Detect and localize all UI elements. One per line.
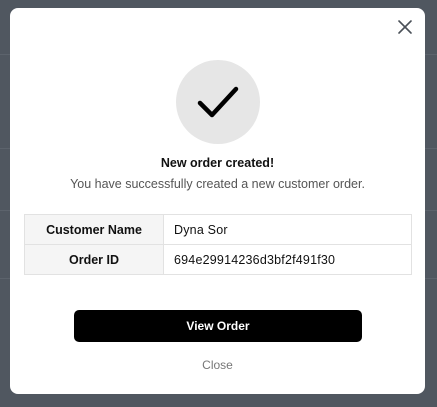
close-link[interactable]: Close	[10, 358, 425, 372]
order-details-table: Customer Name Dyna Sor Order ID 694e2991…	[24, 214, 412, 275]
view-order-button[interactable]: View Order	[74, 310, 362, 342]
dialog-subtitle: You have successfully created a new cust…	[70, 177, 365, 191]
order-created-dialog: New order created! You have successfully…	[10, 8, 425, 394]
customer-name-label: Customer Name	[24, 214, 164, 245]
dialog-title: New order created!	[160, 156, 275, 170]
success-badge	[176, 60, 260, 144]
customer-name-value: Dyna Sor	[163, 214, 412, 245]
checkmark-icon	[197, 86, 239, 118]
close-icon[interactable]	[397, 19, 413, 35]
table-row: Order ID 694e29914236d3bf2f491f30	[24, 244, 412, 275]
order-id-label: Order ID	[24, 244, 164, 275]
table-row: Customer Name Dyna Sor	[24, 214, 412, 245]
order-id-value: 694e29914236d3bf2f491f30	[163, 244, 412, 275]
